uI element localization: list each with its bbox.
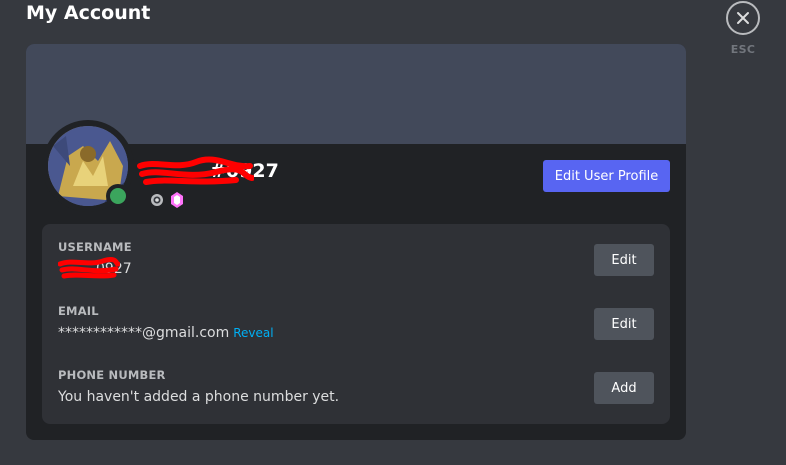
edit-user-profile-button[interactable]: Edit User Profile — [543, 160, 670, 192]
email-field: EMAIL ************@gmail.com Reveal — [58, 304, 658, 342]
account-card: #0927 Edit User Profile USERNAME 0927 Ed… — [26, 44, 686, 440]
my-account-page: My Account ESC #0927 Edit User Profile U… — [0, 0, 786, 465]
email-value-row: ************@gmail.com Reveal — [58, 324, 658, 342]
phone-field: PHONE NUMBER You haven't added a phone n… — [58, 368, 658, 406]
profile-banner — [26, 44, 686, 144]
close-button[interactable] — [726, 1, 760, 35]
account-info-panel: USERNAME 0927 Edit EMAIL ************@gm… — [42, 224, 670, 424]
email-label: EMAIL — [58, 304, 99, 318]
close-icon — [737, 12, 749, 24]
reveal-email-link[interactable]: Reveal — [233, 326, 273, 340]
close-control: ESC — [724, 0, 762, 56]
avatar-wrapper — [42, 120, 134, 212]
phone-label: PHONE NUMBER — [58, 368, 166, 382]
edit-email-button[interactable]: Edit — [594, 308, 654, 340]
page-title: My Account — [26, 2, 151, 24]
status-indicator — [106, 184, 130, 208]
username-label: USERNAME — [58, 240, 132, 254]
add-phone-button[interactable]: Add — [594, 372, 654, 404]
badge-row — [150, 192, 184, 208]
nitro-boost-icon[interactable] — [170, 192, 184, 208]
username-redaction — [58, 257, 120, 279]
edit-username-button[interactable]: Edit — [594, 244, 654, 276]
email-value: ************@gmail.com — [58, 325, 230, 341]
redaction-scribble — [137, 156, 254, 185]
hypesquad-icon[interactable] — [150, 192, 164, 206]
esc-label: ESC — [730, 43, 756, 56]
phone-value: You haven't added a phone number yet. — [58, 389, 340, 405]
username-value: 0927 — [58, 260, 658, 278]
online-status-icon — [110, 188, 126, 204]
username-field: USERNAME 0927 — [58, 240, 658, 279]
